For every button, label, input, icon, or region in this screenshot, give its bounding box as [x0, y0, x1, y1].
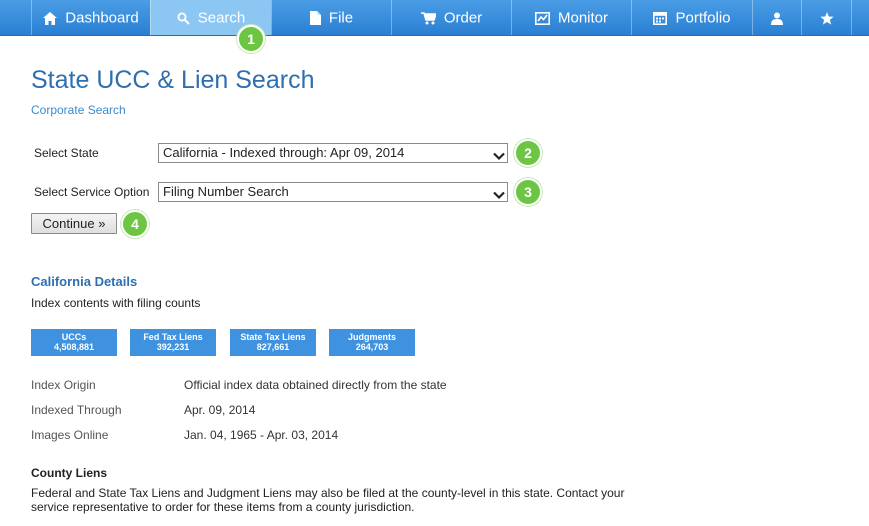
step-badge-4: 4: [121, 210, 149, 238]
county-liens-title: County Liens: [31, 466, 108, 480]
county-liens-text: Federal and State Tax Liens and Judgment…: [31, 486, 625, 514]
details-title: California Details: [31, 274, 138, 289]
indexed-through-label: Indexed Through: [31, 403, 122, 417]
user-icon: [771, 12, 783, 25]
service-select[interactable]: Filing Number Search: [158, 182, 508, 202]
nav-favorites[interactable]: [801, 0, 851, 35]
calendar-icon: [653, 11, 668, 26]
nav-divider: [851, 0, 852, 35]
nav-order[interactable]: Order: [391, 0, 511, 35]
step-badge-2: 2: [514, 139, 542, 167]
stat-value: 827,661: [256, 342, 290, 352]
top-nav: Dashboard Search File Order Monitor Port…: [0, 0, 869, 36]
stat-label: Fed Tax Liens: [143, 332, 203, 342]
breadcrumb-corporate-search[interactable]: Corporate Search: [31, 103, 126, 117]
images-online-value: Jan. 04, 1965 - Apr. 03, 2014: [184, 428, 339, 442]
stat-fed-tax-liens: Fed Tax Liens 392,231: [130, 329, 216, 356]
chevron-down-icon: [493, 148, 505, 166]
state-label: Select State: [34, 146, 99, 160]
star-icon: [819, 11, 834, 25]
indexed-through-value: Apr. 09, 2014: [184, 403, 256, 417]
service-select-value: Filing Number Search: [163, 184, 289, 199]
stat-uccs: UCCs 4,508,881: [31, 329, 117, 356]
stat-label: State Tax Liens: [240, 332, 306, 342]
step-badge-1: 1: [237, 25, 265, 53]
stat-value: 264,703: [355, 342, 389, 352]
nav-file[interactable]: File: [271, 0, 391, 35]
state-select-value: California - Indexed through: Apr 09, 20…: [163, 145, 405, 160]
chevron-down-icon: [493, 187, 505, 205]
continue-button[interactable]: Continue »: [31, 213, 117, 234]
page-title: State UCC & Lien Search: [31, 66, 315, 94]
step-badge-3: 3: [514, 178, 542, 206]
nav-account[interactable]: [752, 0, 801, 35]
nav-monitor[interactable]: Monitor: [511, 0, 631, 35]
chart-icon: [534, 11, 550, 25]
index-origin-label: Index Origin: [31, 378, 96, 392]
nav-portfolio[interactable]: Portfolio: [631, 0, 752, 35]
home-icon: [43, 11, 58, 25]
images-online-label: Images Online: [31, 428, 109, 442]
stat-value: 4,508,881: [53, 342, 95, 352]
index-origin-value: Official index data obtained directly fr…: [184, 378, 447, 392]
cart-icon: [420, 11, 436, 25]
stat-state-tax-liens: State Tax Liens 827,661: [230, 329, 316, 356]
service-label: Select Service Option: [34, 185, 150, 199]
stat-label: Judgments: [347, 332, 396, 342]
stat-value: 392,231: [156, 342, 190, 352]
details-description: Index contents with filing counts: [31, 296, 201, 310]
file-icon: [309, 11, 321, 26]
nav-dashboard[interactable]: Dashboard: [31, 0, 150, 35]
search-icon: [177, 12, 190, 25]
stat-judgments: Judgments 264,703: [329, 329, 415, 356]
state-select[interactable]: California - Indexed through: Apr 09, 20…: [158, 143, 508, 163]
stat-label: UCCs: [61, 332, 87, 342]
